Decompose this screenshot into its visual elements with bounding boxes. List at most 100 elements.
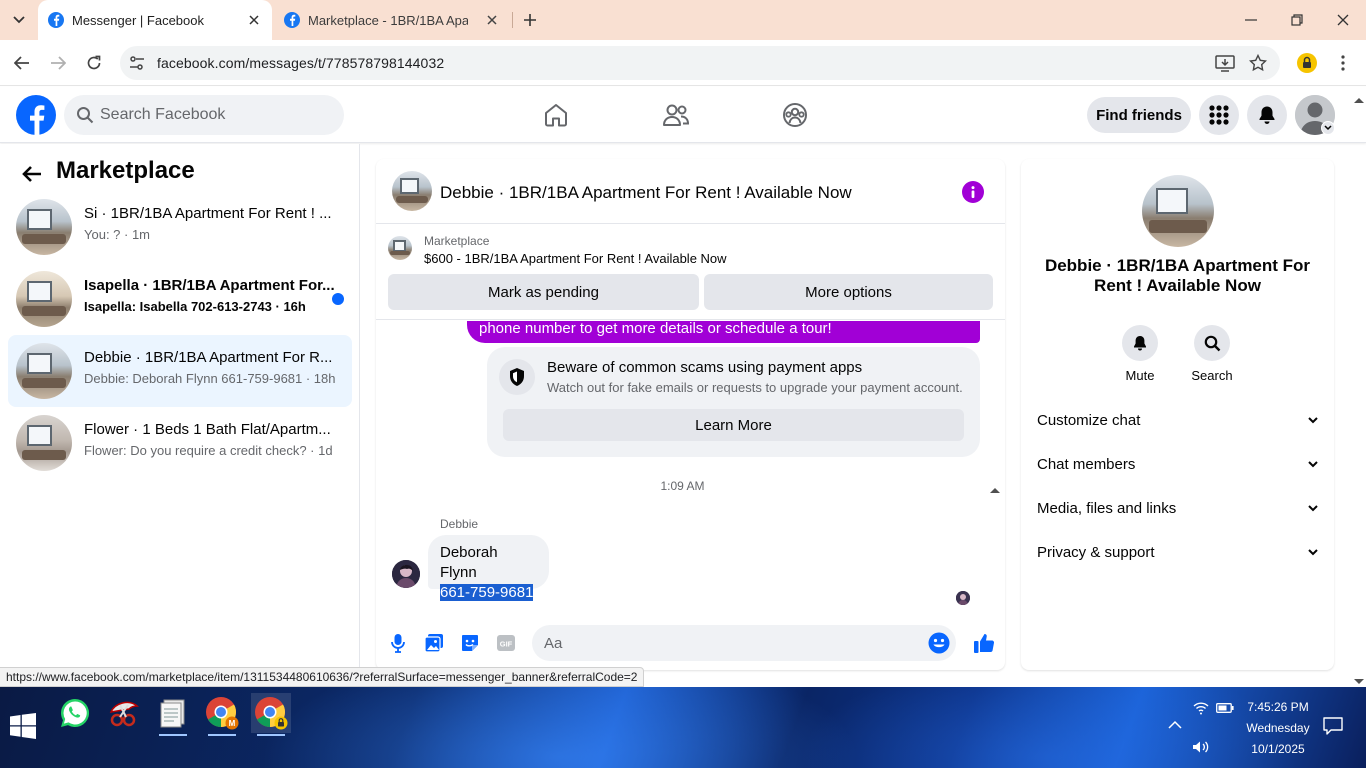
chat-title[interactable]: Debbie · 1BR/1BA Apartment For Rent ! Av… — [440, 183, 852, 203]
battery-status[interactable] — [1216, 702, 1234, 716]
reload-button[interactable] — [80, 49, 108, 77]
message-input[interactable] — [544, 625, 904, 661]
minimize-window-button[interactable] — [1228, 0, 1274, 40]
facebook-logo-icon[interactable] — [16, 95, 56, 135]
close-tab-icon[interactable] — [484, 12, 500, 28]
bell-icon[interactable] — [1122, 325, 1158, 361]
tab-messenger[interactable]: Messenger | Facebook — [38, 0, 272, 40]
thumbs-up-icon — [974, 634, 995, 653]
conversation-preview: Flower: Do you require a credit check? ·… — [84, 443, 333, 458]
mute-action[interactable]: Mute — [1110, 325, 1170, 383]
more-vertical-icon — [1341, 55, 1345, 71]
sender-avatar[interactable] — [392, 560, 420, 588]
sticker-button[interactable] — [456, 629, 484, 657]
back-button[interactable] — [8, 49, 36, 77]
listing-thumbnail[interactable] — [388, 236, 412, 260]
scroll-up-arrow-icon[interactable] — [990, 487, 1000, 493]
network-status[interactable] — [1193, 701, 1209, 718]
conversation-item[interactable]: Si · 1BR/1BA Apartment For Rent ! ... Yo… — [8, 191, 352, 263]
taskbar-chrome-profile-m[interactable]: M — [202, 693, 242, 736]
taskbar-whatsapp[interactable] — [55, 693, 95, 733]
customize-chat-section[interactable]: Customize chat — [1029, 401, 1326, 441]
action-center-button[interactable] — [1323, 717, 1343, 738]
attach-photo-button[interactable] — [420, 629, 448, 657]
account-caret-icon[interactable] — [1321, 121, 1335, 135]
taskbar-snipping-tool[interactable] — [104, 693, 144, 733]
search-icon[interactable] — [1194, 325, 1230, 361]
reload-icon — [87, 55, 101, 70]
chat-header: Debbie · 1BR/1BA Apartment For Rent ! Av… — [376, 159, 1005, 224]
chrome-icon: M — [206, 697, 239, 730]
listing-thumbnail — [16, 343, 72, 399]
chevron-down-icon — [1308, 505, 1318, 512]
tab-search-button[interactable] — [6, 8, 32, 32]
grid-menu-icon — [1209, 105, 1229, 125]
search-icon — [76, 106, 94, 129]
outgoing-message-bubble[interactable]: phone number to get more details or sche… — [467, 321, 980, 343]
windows-start-button[interactable] — [10, 713, 36, 744]
selected-phone-number[interactable]: 661-759-9681 — [440, 584, 534, 601]
voice-clip-button[interactable] — [384, 629, 412, 657]
bookmark-button[interactable] — [1245, 50, 1271, 76]
tab-marketplace[interactable]: Marketplace - 1BR/1BA Apartm — [276, 0, 510, 40]
chevron-up-icon — [1168, 720, 1182, 729]
incoming-message-bubble[interactable]: Deborah Flynn 661-759-9681 — [428, 535, 549, 601]
gif-button[interactable]: GIF — [492, 629, 520, 657]
taskbar-clock[interactable]: 7:45:26 PM Wednesday 10/1/2025 — [1236, 697, 1320, 760]
conversation-avatar[interactable] — [1142, 175, 1214, 247]
browser-menu-button[interactable] — [1330, 50, 1356, 76]
taskbar-file-manager[interactable] — [153, 693, 193, 736]
learn-more-button[interactable]: Learn More — [503, 409, 964, 441]
notifications-button[interactable] — [1247, 95, 1287, 135]
menu-button[interactable] — [1199, 95, 1239, 135]
forward-button[interactable] — [44, 49, 72, 77]
show-hidden-icons-button[interactable] — [1168, 719, 1182, 733]
find-friends-button[interactable]: Find friends — [1087, 97, 1191, 133]
conversation-item-selected[interactable]: Debbie · 1BR/1BA Apartment For R... Debb… — [8, 335, 352, 407]
link-status-url: https://www.facebook.com/marketplace/ite… — [0, 667, 645, 687]
facebook-favicon-icon — [48, 12, 64, 28]
message-scrollbar[interactable] — [988, 483, 1002, 611]
scam-warning-title: Beware of common scams using payment app… — [547, 359, 863, 376]
media-files-links-section[interactable]: Media, files and links — [1029, 489, 1326, 529]
conversation-item[interactable]: Isapella · 1BR/1BA Apartment For... Isap… — [8, 263, 352, 335]
sticker-icon — [462, 635, 478, 651]
new-tab-button[interactable] — [518, 8, 542, 32]
emoji-icon[interactable] — [928, 632, 950, 654]
nav-friends[interactable] — [660, 99, 692, 131]
arrow-left-icon — [22, 166, 41, 182]
send-like-button[interactable] — [970, 629, 998, 657]
taskbar-chrome-profile-lock[interactable] — [251, 693, 291, 736]
address-bar[interactable]: facebook.com/messages/t/778578798144032 — [120, 46, 1280, 80]
listing-title-link[interactable]: $600 - 1BR/1BA Apartment For Rent ! Avai… — [424, 251, 727, 266]
chat-members-section[interactable]: Chat members — [1029, 445, 1326, 485]
close-window-button[interactable] — [1320, 0, 1366, 40]
message-input-box[interactable] — [532, 625, 956, 661]
site-info-icon[interactable] — [128, 54, 146, 77]
nav-groups[interactable] — [779, 99, 811, 131]
nav-home[interactable] — [540, 99, 572, 131]
search-input[interactable] — [100, 95, 330, 135]
conversation-item[interactable]: Flower · 1 Beds 1 Bath Flat/Apartm... Fl… — [8, 407, 352, 479]
volume-control[interactable] — [1192, 740, 1210, 757]
search-label: Search — [1191, 368, 1233, 383]
close-icon — [1337, 14, 1349, 26]
page-scroll-up-arrow-icon[interactable] — [1354, 90, 1364, 108]
conversation-info-button[interactable] — [962, 181, 984, 203]
install-app-button[interactable] — [1212, 50, 1238, 76]
mark-as-pending-button[interactable]: Mark as pending — [388, 274, 699, 310]
privacy-support-section[interactable]: Privacy & support — [1029, 533, 1326, 573]
more-options-button[interactable]: More options — [704, 274, 993, 310]
restore-icon — [1291, 14, 1303, 26]
facebook-search-box[interactable] — [64, 95, 344, 135]
close-tab-icon[interactable] — [246, 12, 262, 28]
restore-window-button[interactable] — [1274, 0, 1320, 40]
profile-extension-button[interactable] — [1294, 50, 1320, 76]
chat-avatar[interactable] — [392, 171, 432, 211]
windows-taskbar: M 7:45:26 PM Wednesday 10/1/2025 — [0, 687, 1366, 768]
conversation-preview: You: ? · 1m — [84, 227, 151, 242]
search-in-conversation-action[interactable]: Search — [1182, 325, 1242, 383]
facebook-favicon-icon — [284, 12, 300, 28]
message-timestamp: 1:09 AM — [660, 479, 705, 493]
back-arrow-button[interactable] — [18, 160, 46, 188]
